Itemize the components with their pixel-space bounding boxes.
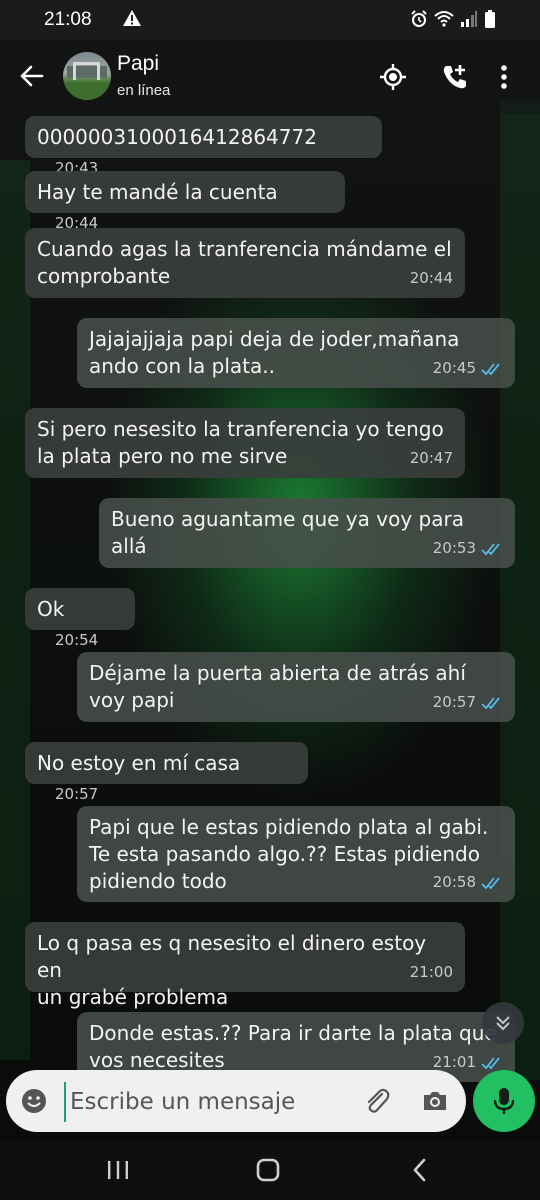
status-bar: 21:08 xyxy=(0,0,540,40)
message-bubble-outgoing[interactable]: Jajajajjaja papi deja de joder,mañana an… xyxy=(77,318,515,388)
battery-icon xyxy=(484,9,496,34)
message-bubble-incoming[interactable]: No estoy en mí casa 20:57 xyxy=(25,742,308,803)
contact-avatar[interactable] xyxy=(63,52,111,100)
alert-icon xyxy=(122,8,142,33)
status-icons xyxy=(410,9,496,34)
message-bubble-incoming[interactable]: Hay te mandé la cuenta 20:44 xyxy=(25,171,345,232)
camera-icon[interactable] xyxy=(420,1086,450,1116)
double-chevron-down-icon xyxy=(496,1016,510,1031)
message-bubble-incoming[interactable]: Lo q pasa es q nesesito el dinero estoy … xyxy=(25,922,465,1009)
recent-apps-icon[interactable] xyxy=(104,1156,132,1184)
message-text: Cuando agas la tranferencia mándame el c… xyxy=(37,237,452,288)
message-text: No estoy en mí casa xyxy=(37,751,241,775)
message-time: 20:45 xyxy=(433,355,503,382)
scroll-to-bottom-button[interactable] xyxy=(482,1002,524,1044)
wifi-icon xyxy=(434,10,454,33)
message-bubble-outgoing[interactable]: Déjame la puerta abierta de atrás ahí vo… xyxy=(77,652,515,722)
microphone-icon xyxy=(493,1088,515,1114)
message-bubble-outgoing[interactable]: Papi que le estas pidiendo plata al gabi… xyxy=(77,806,515,902)
home-icon[interactable] xyxy=(254,1156,282,1184)
message-composer xyxy=(6,1070,466,1132)
more-options-icon[interactable] xyxy=(497,62,511,92)
contact-name[interactable]: Papi xyxy=(117,52,159,76)
message-time: 20:54 xyxy=(55,631,99,649)
attach-icon[interactable] xyxy=(362,1086,392,1116)
read-receipt-icon xyxy=(481,542,500,555)
message-bubble-incoming[interactable]: Cuando agas la tranferencia mándame el c… xyxy=(25,228,465,298)
voice-message-button[interactable] xyxy=(473,1070,535,1132)
message-input[interactable] xyxy=(64,1082,362,1122)
message-text: Hay te mandé la cuenta xyxy=(37,180,278,204)
message-time: 20:47 xyxy=(409,449,453,467)
message-bubble-incoming[interactable]: Ok 20:54 xyxy=(25,588,135,649)
read-receipt-icon xyxy=(481,1056,500,1069)
alarm-icon xyxy=(410,10,428,33)
message-time: 20:57 xyxy=(55,785,99,803)
message-bubble-incoming[interactable]: 0000003100016412864772 20:43 xyxy=(25,116,382,177)
read-receipt-icon xyxy=(481,876,500,889)
message-time: 20:53 xyxy=(433,535,503,562)
message-time: 20:44 xyxy=(409,269,453,287)
message-text: 0000003100016412864772 xyxy=(37,125,317,149)
status-time: 21:08 xyxy=(44,9,92,30)
location-icon[interactable] xyxy=(378,62,408,92)
message-time: 20:58 xyxy=(433,869,503,896)
read-receipt-icon xyxy=(481,696,500,709)
emoji-icon[interactable] xyxy=(20,1087,48,1115)
message-bubble-outgoing[interactable]: Bueno aguantame que ya voy para allá 20:… xyxy=(99,498,515,568)
system-navigation-bar xyxy=(0,1140,540,1200)
back-nav-icon[interactable] xyxy=(406,1156,434,1184)
message-time: 21:00 xyxy=(409,963,453,981)
read-receipt-icon xyxy=(481,362,500,375)
contact-online-status: en línea xyxy=(117,82,171,99)
add-call-icon[interactable] xyxy=(440,62,470,92)
back-arrow-icon[interactable] xyxy=(18,62,46,90)
message-text: Si pero nesesito la tranferencia yo teng… xyxy=(37,417,444,468)
message-text: Ok xyxy=(37,597,65,621)
message-bubble-incoming[interactable]: Si pero nesesito la tranferencia yo teng… xyxy=(25,408,465,478)
message-time: 20:57 xyxy=(433,689,503,716)
signal-icon xyxy=(460,10,478,33)
chat-header: Papi en línea xyxy=(0,40,540,114)
message-text: Lo q pasa es q nesesito el dinero estoy … xyxy=(37,931,427,1009)
